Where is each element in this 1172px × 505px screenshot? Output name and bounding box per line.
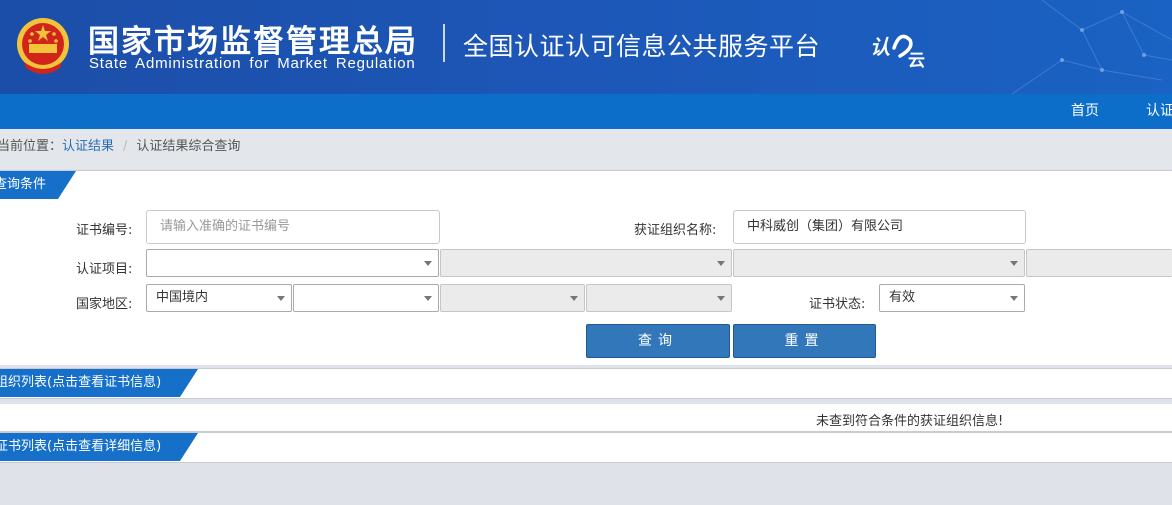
project-select-4[interactable]	[1026, 249, 1172, 277]
org-name-input[interactable]: 中科威创（集团）有限公司	[733, 210, 1026, 244]
org-name-label: 获证组织名称:	[634, 223, 717, 238]
reset-button[interactable]: 重置	[733, 324, 876, 358]
org-list-section-header: 组织列表(点击查看证书信息)	[0, 368, 1172, 399]
region-select-district[interactable]	[586, 284, 732, 312]
org-list-section-tab: 组织列表(点击查看证书信息)	[0, 369, 161, 397]
project-select-3[interactable]	[733, 249, 1025, 277]
svg-text:云: 云	[908, 51, 925, 70]
org-list-empty-row: 未查到符合条件的获证组织信息!	[0, 404, 1172, 432]
breadcrumb-link-results[interactable]: 认证结果	[62, 129, 114, 165]
cert-list-section-tab: 证书列表(点击查看详细信息)	[0, 433, 161, 461]
breadcrumb-separator: /	[123, 139, 128, 154]
breadcrumb: 当前位置：认证结果 / 认证结果综合查询	[0, 129, 1172, 169]
cert-list-section-header: 证书列表(点击查看详细信息)	[0, 432, 1172, 463]
query-section-header: 查询条件	[0, 170, 1172, 200]
breadcrumb-current: 认证结果综合查询	[136, 139, 241, 154]
org-list-empty-message: 未查到符合条件的获证组织信息!	[816, 414, 1004, 429]
chevron-down-icon	[424, 296, 432, 301]
status-label: 证书状态:	[809, 297, 866, 312]
national-emblem-icon	[17, 18, 69, 74]
chevron-down-icon	[717, 261, 725, 266]
region-label: 国家地区:	[76, 297, 133, 312]
org-list-section-title: 组织列表(点击查看证书信息)	[0, 375, 162, 390]
breadcrumb-prefix: 当前位置：	[0, 139, 63, 154]
chevron-down-icon	[570, 296, 578, 301]
query-section-title: 查询条件	[0, 177, 47, 192]
svg-text:认: 认	[870, 35, 890, 59]
query-section-tab: 查询条件	[0, 171, 46, 199]
region-select-country[interactable]: 中国境内	[146, 284, 292, 312]
project-label: 认证项目:	[76, 262, 133, 277]
chevron-down-icon	[717, 296, 725, 301]
agency-title-en: State Administration for Market Regulati…	[89, 55, 416, 72]
banner-divider	[443, 24, 445, 62]
project-select-1[interactable]	[146, 249, 439, 277]
nav-item-home[interactable]: 首页	[1071, 94, 1099, 129]
cert-list-section-title: 证书列表(点击查看详细信息)	[0, 439, 162, 454]
region-select-province[interactable]	[293, 284, 439, 312]
cert-no-label: 证书编号:	[76, 223, 133, 238]
chevron-down-icon	[1010, 261, 1018, 266]
status-select[interactable]: 有效	[879, 284, 1025, 312]
chevron-down-icon	[277, 296, 285, 301]
cert-no-input[interactable]: 请输入准确的证书编号	[146, 210, 440, 244]
search-button[interactable]: 查询	[586, 324, 730, 358]
top-navbar: 首页 认证	[0, 94, 1172, 129]
renyun-logo-icon: 认 云	[870, 34, 925, 70]
region-select-city[interactable]	[440, 284, 585, 312]
project-select-2[interactable]	[440, 249, 732, 277]
nav-item-certification[interactable]: 认证	[1146, 94, 1172, 129]
platform-title: 全国认证认可信息公共服务平台	[463, 32, 821, 61]
header-banner: 国家市场监督管理总局 State Administration for Mark…	[0, 0, 1172, 94]
chevron-down-icon	[424, 261, 432, 266]
chevron-down-icon	[1010, 296, 1018, 301]
